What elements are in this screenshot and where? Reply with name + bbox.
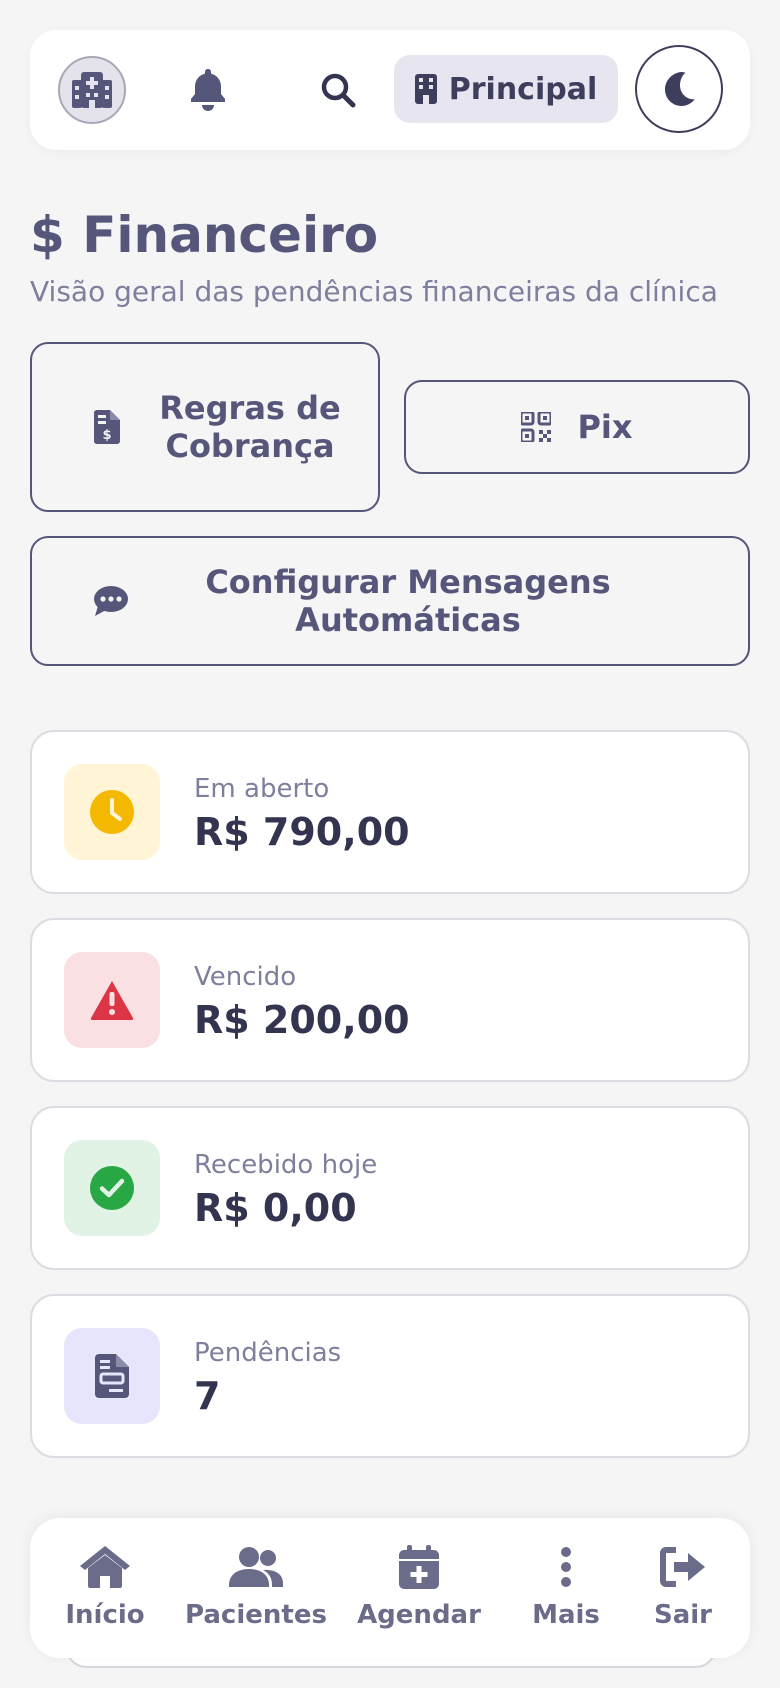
- svg-text:$: $: [102, 428, 111, 443]
- clock-icon: [90, 790, 134, 834]
- file-invoice-dollar-icon: $: [94, 410, 120, 444]
- nav-label: Agendar: [357, 1600, 481, 1630]
- page-subtitle: Visão geral das pendências financeiras d…: [30, 275, 718, 308]
- qrcode-icon: [521, 412, 552, 442]
- summary-card-pending: Pendências 7: [30, 1294, 750, 1458]
- unit-label: Principal: [448, 71, 598, 107]
- configure-messages-label: Configurar Mensagens Automáticas: [205, 563, 611, 639]
- card-label: Recebido hoje: [194, 1150, 378, 1180]
- unit-selector[interactable]: Principal: [394, 55, 618, 123]
- calendar-plus-icon: [399, 1545, 439, 1589]
- search-icon: [321, 73, 356, 108]
- bottom-nav: Início Pacientes Agendar Mais Sair: [30, 1518, 750, 1658]
- summary-card-received-today: Recebido hoje R$ 0,00: [30, 1106, 750, 1270]
- card-icon-bg: [64, 1140, 160, 1236]
- moon-icon: [665, 72, 695, 106]
- page-title: $ Financeiro: [30, 206, 379, 264]
- more-vertical-icon: [561, 1547, 571, 1587]
- billing-rules-button[interactable]: $ Regras de Cobrança: [30, 342, 380, 512]
- card-icon-bg: [64, 952, 160, 1048]
- card-label: Em aberto: [194, 774, 330, 804]
- home-icon: [80, 1546, 130, 1588]
- nav-item-schedule[interactable]: Agendar: [344, 1542, 494, 1630]
- nav-label: Mais: [532, 1600, 600, 1630]
- configure-messages-button[interactable]: Configurar Mensagens Automáticas: [30, 536, 750, 666]
- theme-toggle-button[interactable]: [635, 45, 723, 133]
- bell-icon: [191, 69, 225, 111]
- users-icon: [229, 1547, 283, 1587]
- card-value: R$ 200,00: [194, 998, 410, 1042]
- card-value: R$ 790,00: [194, 810, 410, 854]
- billing-rules-label: Regras de Cobrança: [159, 389, 341, 465]
- top-bar: Principal: [30, 30, 750, 150]
- card-label: Vencido: [194, 962, 297, 992]
- nav-label: Início: [65, 1600, 145, 1630]
- notifications-button[interactable]: [178, 60, 238, 120]
- card-icon-bg: [64, 1328, 160, 1424]
- card-value: 7: [194, 1374, 221, 1418]
- clinic-avatar-button[interactable]: [58, 56, 126, 124]
- card-value: R$ 0,00: [194, 1186, 357, 1230]
- summary-card-open: Em aberto R$ 790,00: [30, 730, 750, 894]
- building-icon: [414, 74, 437, 104]
- card-label: Pendências: [194, 1338, 342, 1368]
- summary-card-overdue: Vencido R$ 200,00: [30, 918, 750, 1082]
- card-icon-bg: [64, 764, 160, 860]
- hospital-icon: [72, 72, 112, 108]
- nav-label: Pacientes: [185, 1600, 327, 1630]
- check-circle-icon: [90, 1166, 134, 1210]
- invoice-icon: [95, 1354, 129, 1398]
- nav-item-home[interactable]: Início: [30, 1542, 180, 1630]
- nav-label: Sair: [653, 1600, 712, 1630]
- pix-label: Pix: [577, 408, 633, 446]
- pix-button[interactable]: Pix: [404, 380, 750, 474]
- nav-item-patients[interactable]: Pacientes: [181, 1542, 331, 1630]
- nav-item-logout[interactable]: Sair: [608, 1542, 758, 1630]
- logout-icon: [660, 1547, 705, 1587]
- search-button[interactable]: [308, 60, 368, 120]
- chat-bubble-icon: [94, 586, 128, 616]
- warning-icon: [90, 981, 134, 1020]
